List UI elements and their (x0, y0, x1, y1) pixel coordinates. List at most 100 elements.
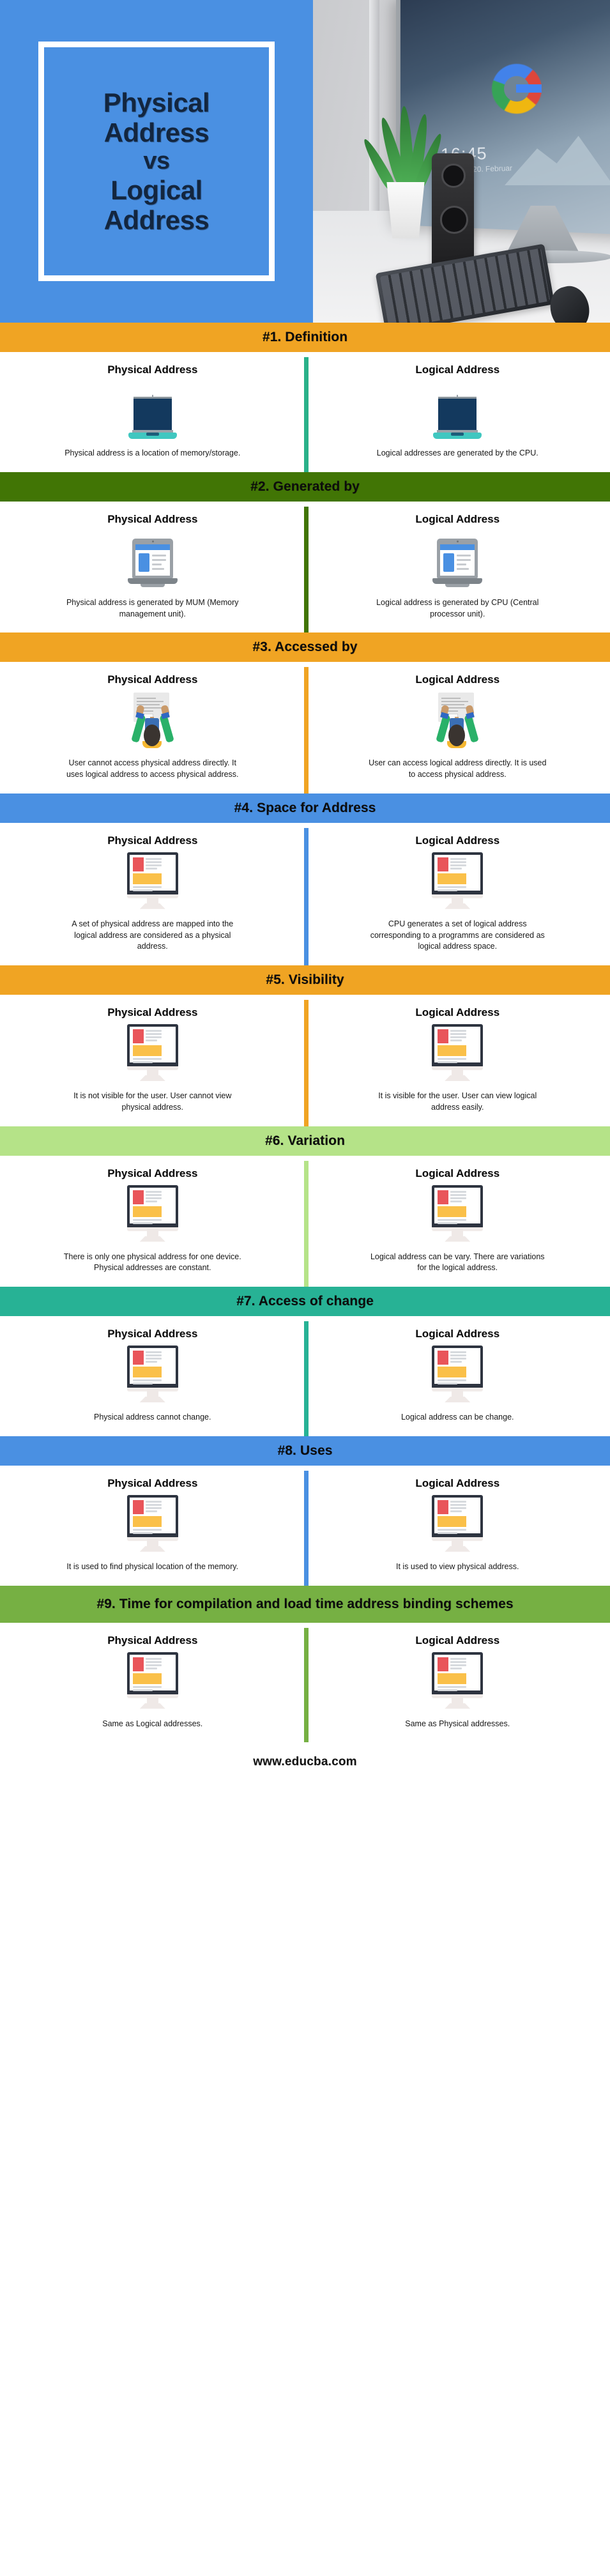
logical-column-title: Logical Address (415, 834, 500, 847)
logical-description: It is used to view physical address. (396, 1561, 519, 1571)
logical-description: User can access logical address directly… (369, 758, 547, 779)
desktop-monitor-icon (126, 1494, 179, 1555)
logical-icon-wrap (430, 532, 485, 591)
physical-description: A set of physical address are mapped int… (72, 919, 234, 951)
section-band-5: #5. Visibility (0, 965, 610, 995)
logical-description: Logical addresses are generated by the C… (376, 448, 538, 457)
logical-icon-wrap (433, 383, 482, 441)
physical-icon-wrap (126, 1184, 179, 1245)
physical-column-5: Physical Address It is not visible for th… (0, 995, 305, 1126)
logical-description: CPU generates a set of logical address c… (370, 919, 545, 951)
compare-row-2: Physical Address Physical address is gene… (0, 501, 610, 633)
physical-column-title: Physical Address (107, 1634, 198, 1646)
logical-icon-wrap (427, 693, 488, 751)
physical-column-7: Physical Address Physical address cannot … (0, 1316, 305, 1436)
compare-row-8: Physical Address It is used to find physi… (0, 1465, 610, 1586)
logical-column-8: Logical Address It is used to view physic… (305, 1466, 610, 1586)
desktop-monitor-icon (126, 1652, 179, 1712)
column-divider-6 (304, 1160, 309, 1287)
logical-column-title: Logical Address (415, 1476, 500, 1489)
physical-description: Physical address is a location of memory… (65, 448, 241, 457)
monitor-screen (396, 0, 610, 238)
physical-description: User cannot access physical address dire… (66, 758, 239, 779)
sections-container: #1. Definition Physical Address Physical a… (0, 323, 610, 1743)
logical-column-3: Logical Address User can access logical a… (305, 662, 610, 793)
compare-row-7: Physical Address Physical address cannot … (0, 1316, 610, 1436)
compare-row-1: Physical Address Physical address is a lo… (0, 352, 610, 472)
logical-column-5: Logical Address It is visible for the use… (305, 995, 610, 1126)
section-band-3: #3. Accessed by (0, 632, 610, 663)
compare-row-4: Physical Address A set of physical addres… (0, 822, 610, 965)
physical-icon-wrap (126, 1346, 179, 1406)
title-line-2: Address (103, 118, 210, 148)
logical-icon-wrap (431, 1494, 484, 1555)
physical-description: Physical address is generated by MUM (Me… (66, 597, 239, 618)
column-divider-4 (304, 827, 309, 965)
logical-column-title: Logical Address (415, 1634, 500, 1646)
physical-column-8: Physical Address It is used to find physi… (0, 1466, 305, 1586)
desktop-monitor-icon (126, 1184, 179, 1245)
physical-description: Physical address cannot change. (94, 1413, 211, 1422)
physical-description: Same as Logical addresses. (102, 1719, 203, 1728)
logical-description: Logical address can be change. (400, 1413, 514, 1422)
column-divider-5 (304, 1000, 309, 1126)
section-band-2: #2. Generated by (0, 471, 610, 502)
logical-icon-wrap (431, 852, 484, 912)
physical-description: It is not visible for the user. User can… (73, 1091, 232, 1112)
logical-description: It is visible for the user. User can vie… (378, 1091, 537, 1112)
desktop-monitor-icon (431, 1024, 484, 1084)
physical-column-title: Physical Address (107, 834, 198, 847)
physical-column-title: Physical Address (107, 1167, 198, 1179)
column-divider-7 (304, 1321, 309, 1436)
physical-description: It is used to find physical location of … (66, 1561, 239, 1571)
physical-icon-wrap (122, 693, 183, 751)
logical-column-1: Logical Address Logical addresses are gen… (305, 352, 610, 472)
compare-row-3: Physical Address User cannot access physi… (0, 662, 610, 793)
logical-description: Same as Physical addresses. (405, 1719, 510, 1728)
column-divider-2 (304, 506, 309, 633)
section-band-8: #8. Uses (0, 1436, 610, 1466)
physical-column-4: Physical Address A set of physical addres… (0, 823, 305, 965)
google-g-bar (516, 84, 542, 93)
physical-icon-wrap (125, 532, 180, 591)
desktop-monitor-icon (431, 1346, 484, 1406)
physical-column-1: Physical Address Physical address is a lo… (0, 352, 305, 472)
logical-column-7: Logical Address Logical address can be ch… (305, 1316, 610, 1436)
dark-laptop-icon (433, 395, 482, 441)
logical-column-4: Logical Address CPU generates a set of lo… (305, 823, 610, 965)
logical-column-title: Logical Address (415, 1006, 500, 1018)
section-band-6: #6. Variation (0, 1126, 610, 1156)
hero-photo: 16:45 Mittwoch, 20. Februar (313, 0, 610, 323)
column-divider-1 (304, 357, 309, 472)
footer-url[interactable]: www.educba.com (253, 1755, 357, 1769)
logical-icon-wrap (431, 1652, 484, 1712)
column-divider-9 (304, 1627, 309, 1743)
logical-description: Logical address is generated by CPU (Cen… (376, 597, 539, 618)
compare-row-6: Physical Address There is only one physic… (0, 1155, 610, 1287)
speaker-driver-bottom (440, 206, 468, 234)
title-line-5: Address (103, 204, 210, 235)
logical-column-title: Logical Address (415, 673, 500, 686)
logical-column-title: Logical Address (415, 1328, 500, 1340)
physical-column-2: Physical Address Physical address is gene… (0, 502, 305, 633)
physical-description: There is only one physical address for o… (63, 1252, 241, 1273)
physical-column-title: Physical Address (107, 1006, 198, 1018)
desktop-monitor-icon (431, 1184, 484, 1245)
logical-column-6: Logical Address Logical address can be va… (305, 1156, 610, 1287)
infographic-root: Physical Address vs Logical Address 16:4… (0, 0, 610, 1782)
physical-column-3: Physical Address User cannot access physi… (0, 662, 305, 793)
physical-column-title: Physical Address (107, 673, 198, 686)
physical-icon-wrap (126, 1652, 179, 1712)
section-band-7: #7. Access of change (0, 1287, 610, 1316)
person-raising-hands-icon (122, 693, 183, 751)
physical-icon-wrap (126, 1494, 179, 1555)
logical-column-title: Logical Address (415, 364, 500, 376)
desktop-monitor-icon (126, 1024, 179, 1084)
physical-icon-wrap (126, 1024, 179, 1084)
logical-icon-wrap (431, 1346, 484, 1406)
physical-icon-wrap (126, 852, 179, 912)
desktop-monitor-icon (126, 852, 179, 912)
person-raising-hands-icon (427, 693, 488, 751)
physical-column-title: Physical Address (107, 1328, 198, 1340)
title-line-4: Logical (111, 174, 202, 205)
